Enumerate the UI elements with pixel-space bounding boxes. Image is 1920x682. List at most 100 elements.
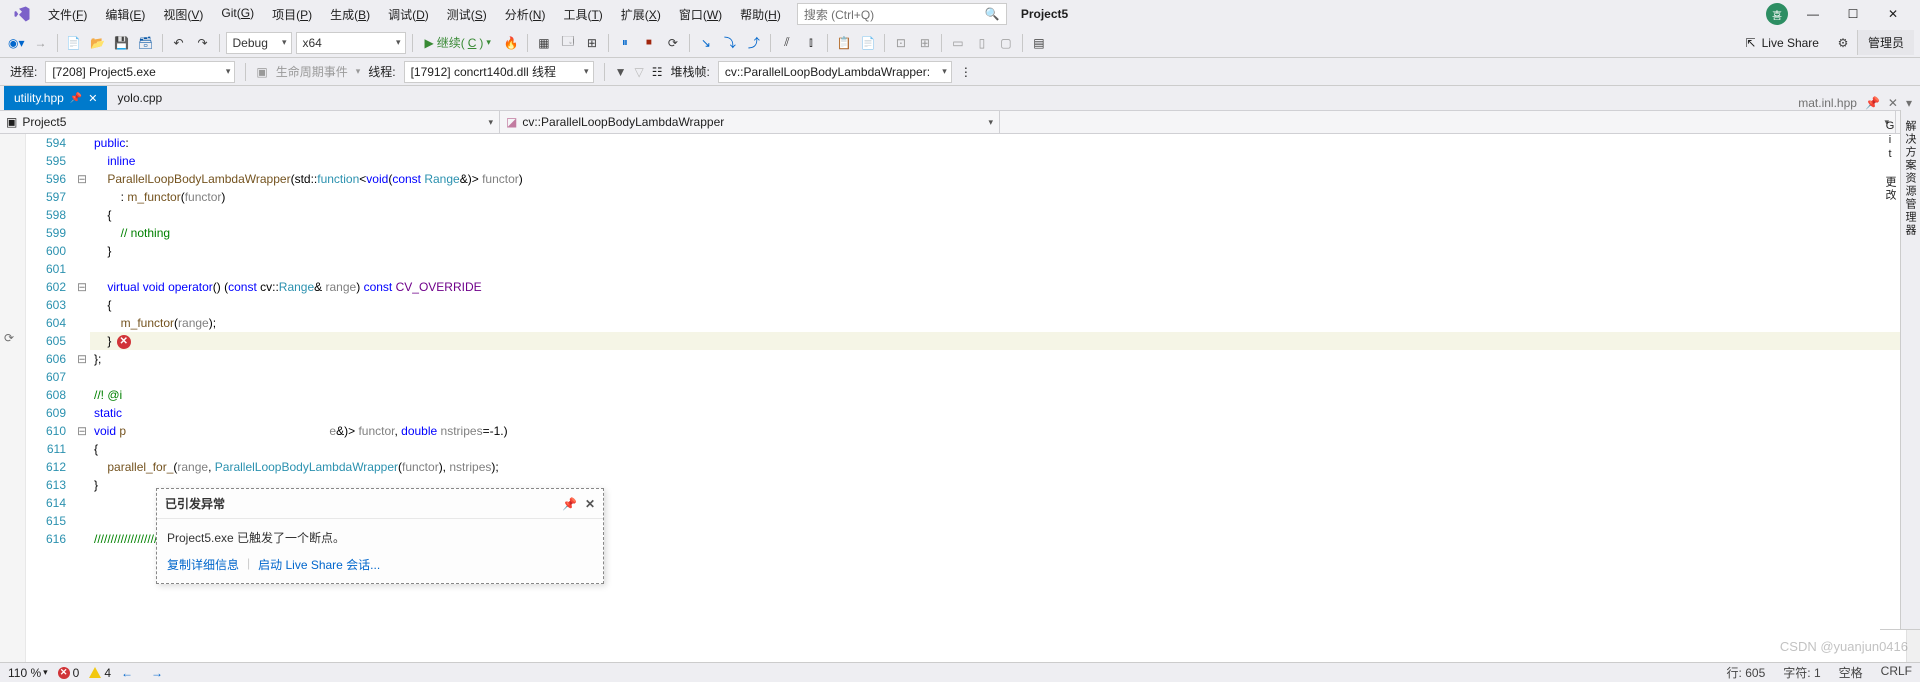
code-line[interactable]: inline [90, 152, 1906, 170]
save-all-icon[interactable]: 🗃 [136, 32, 156, 54]
nav-class-select[interactable]: ◪ cv::ParallelLoopBodyLambdaWrapper [500, 111, 1000, 133]
search-input[interactable]: 搜索 (Ctrl+Q) 🔍 [797, 3, 1007, 25]
menu-item[interactable]: 分析(N) [497, 2, 554, 27]
code-line[interactable]: { [90, 296, 1906, 314]
code-line[interactable]: { [90, 206, 1906, 224]
code-line[interactable]: //! @i [90, 386, 1906, 404]
menu-item[interactable]: 工具(T) [555, 2, 610, 27]
minimize-button[interactable]: — [1798, 3, 1828, 25]
fold-toggle[interactable] [74, 386, 90, 404]
tool-icon-h[interactable]: ▯ [972, 32, 992, 54]
fold-toggle[interactable]: ⊟ [74, 422, 90, 440]
zoom-control[interactable]: 110 %▾ [8, 666, 48, 680]
code-line[interactable] [90, 260, 1906, 278]
menu-item[interactable]: 帮助(H) [732, 2, 789, 27]
pause-icon[interactable]: ⏸ [615, 32, 635, 54]
fold-toggle[interactable] [74, 404, 90, 422]
tool-icon-e[interactable]: ⊡ [891, 32, 911, 54]
close-tab-icon[interactable]: ✕ [88, 92, 97, 105]
fold-toggle[interactable] [74, 494, 90, 512]
more-icon[interactable]: ⋮ [960, 65, 972, 79]
maximize-button[interactable]: ☐ [1838, 3, 1868, 25]
fold-toggle[interactable] [74, 314, 90, 332]
tool-icon-j[interactable]: ▤ [1029, 32, 1049, 54]
code-line[interactable]: // nothing [90, 224, 1906, 242]
continue-button[interactable]: ▶ 继续(C) ▾ [419, 34, 497, 51]
fold-toggle[interactable] [74, 368, 90, 386]
fold-column[interactable]: ⊟ ⊟ ⊟ ⊟ [74, 134, 90, 662]
fold-toggle[interactable]: ⊟ [74, 278, 90, 296]
code-line[interactable]: } [90, 242, 1906, 260]
filter-icon[interactable]: ▼ [615, 65, 627, 79]
code-line[interactable]: } ✕ [90, 332, 1906, 350]
undo-icon[interactable]: ↶ [169, 32, 189, 54]
copy-details-link[interactable]: 复制详细信息 [167, 556, 239, 573]
tab-right-file[interactable]: mat.inl.hpp [1798, 96, 1857, 110]
fold-toggle[interactable]: ⊟ [74, 170, 90, 188]
menu-item[interactable]: 文件(F) [40, 2, 95, 27]
process-select[interactable]: [7208] Project5.exe [45, 61, 235, 83]
dbg-icon-1[interactable]: ▦ [534, 32, 554, 54]
stack-icon[interactable]: ☷ [652, 65, 663, 79]
back-button[interactable]: ◉▾ [6, 32, 27, 54]
menu-item[interactable]: 窗口(W) [671, 2, 730, 27]
code-line[interactable]: virtual void operator() (const cv::Range… [90, 278, 1906, 296]
tab-close-icon[interactable]: ✕ [1888, 96, 1898, 110]
nav-back-icon[interactable]: ← [121, 666, 133, 680]
forward-button[interactable]: → [31, 32, 51, 54]
menu-item[interactable]: 测试(S) [439, 2, 495, 27]
stop-icon[interactable]: ■ [639, 32, 659, 54]
menu-item[interactable]: 项目(P) [264, 2, 320, 27]
fold-toggle[interactable] [74, 260, 90, 278]
thread-select[interactable]: [17912] concrt140d.dll 线程 [404, 61, 594, 83]
new-icon[interactable]: 📄 [64, 32, 84, 54]
tool-icon-g[interactable]: ▭ [948, 32, 968, 54]
tool-icon-b[interactable]: ⫾ [801, 32, 821, 54]
menu-item[interactable]: 生成(B) [322, 2, 378, 27]
close-button[interactable]: ✕ [1878, 3, 1908, 25]
redo-icon[interactable]: ↷ [193, 32, 213, 54]
platform-select[interactable]: x64 [296, 32, 406, 54]
fold-toggle[interactable] [74, 512, 90, 530]
menu-item[interactable]: 扩展(X) [613, 2, 669, 27]
code-line[interactable]: m_functor(range); [90, 314, 1906, 332]
restart-icon[interactable]: ⟳ [663, 32, 683, 54]
config-select[interactable]: Debug [226, 32, 292, 54]
hot-reload-icon[interactable]: 🔥 [501, 32, 521, 54]
start-live-share-link[interactable]: 启动 Live Share 会话... [258, 556, 380, 573]
fold-toggle[interactable] [74, 440, 90, 458]
menu-item[interactable]: 调试(D) [380, 2, 437, 27]
fold-toggle[interactable] [74, 296, 90, 314]
code-line[interactable]: void p e&)> functor, double nstripes=-1.… [90, 422, 1906, 440]
line-ending[interactable]: CRLF [1881, 664, 1912, 681]
tab-utility-hpp[interactable]: utility.hpp 📌 ✕ [4, 86, 107, 110]
tab-dropdown-icon[interactable]: ▾ [1906, 96, 1912, 110]
step-over-icon[interactable]: ⤵ [720, 32, 740, 54]
code-line[interactable]: static [90, 404, 1906, 422]
error-count[interactable]: ✕ 0 [58, 666, 80, 680]
code-line[interactable]: parallel_for_(range, ParallelLoopBodyLam… [90, 458, 1906, 476]
fold-toggle[interactable]: ⊟ [74, 350, 90, 368]
code-line[interactable] [90, 368, 1906, 386]
indent-mode[interactable]: 空格 [1839, 664, 1863, 681]
fold-toggle[interactable] [74, 206, 90, 224]
menu-item[interactable]: 视图(V) [155, 2, 211, 27]
step-into-icon[interactable]: ↘ [696, 32, 716, 54]
solution-explorer-tab[interactable]: 解决方案资源管理器 [1900, 110, 1920, 630]
code-editor[interactable]: ⟳ 59459559659759859960060160260360460560… [0, 134, 1920, 662]
step-out-icon[interactable]: ⤴ [744, 32, 764, 54]
pin-icon[interactable]: 📌 [70, 93, 82, 104]
nav-scope-select[interactable]: ▣ Project5 [0, 111, 500, 133]
code-line[interactable]: }; [90, 350, 1906, 368]
settings-icon[interactable]: ⚙ [1833, 32, 1853, 54]
live-share-button[interactable]: ⇱ Live Share [1736, 36, 1829, 50]
fold-toggle[interactable] [74, 188, 90, 206]
dbg-icon-3[interactable]: ⊞ [582, 32, 602, 54]
fold-toggle[interactable] [74, 332, 90, 350]
dbg-icon-2[interactable]: 🗔 [558, 32, 578, 54]
tool-icon-f[interactable]: ⊞ [915, 32, 935, 54]
code-line[interactable]: public: [90, 134, 1906, 152]
fold-toggle[interactable] [74, 530, 90, 548]
tool-icon-c[interactable]: 📋 [834, 32, 854, 54]
tool-icon-d[interactable]: 📄 [858, 32, 878, 54]
